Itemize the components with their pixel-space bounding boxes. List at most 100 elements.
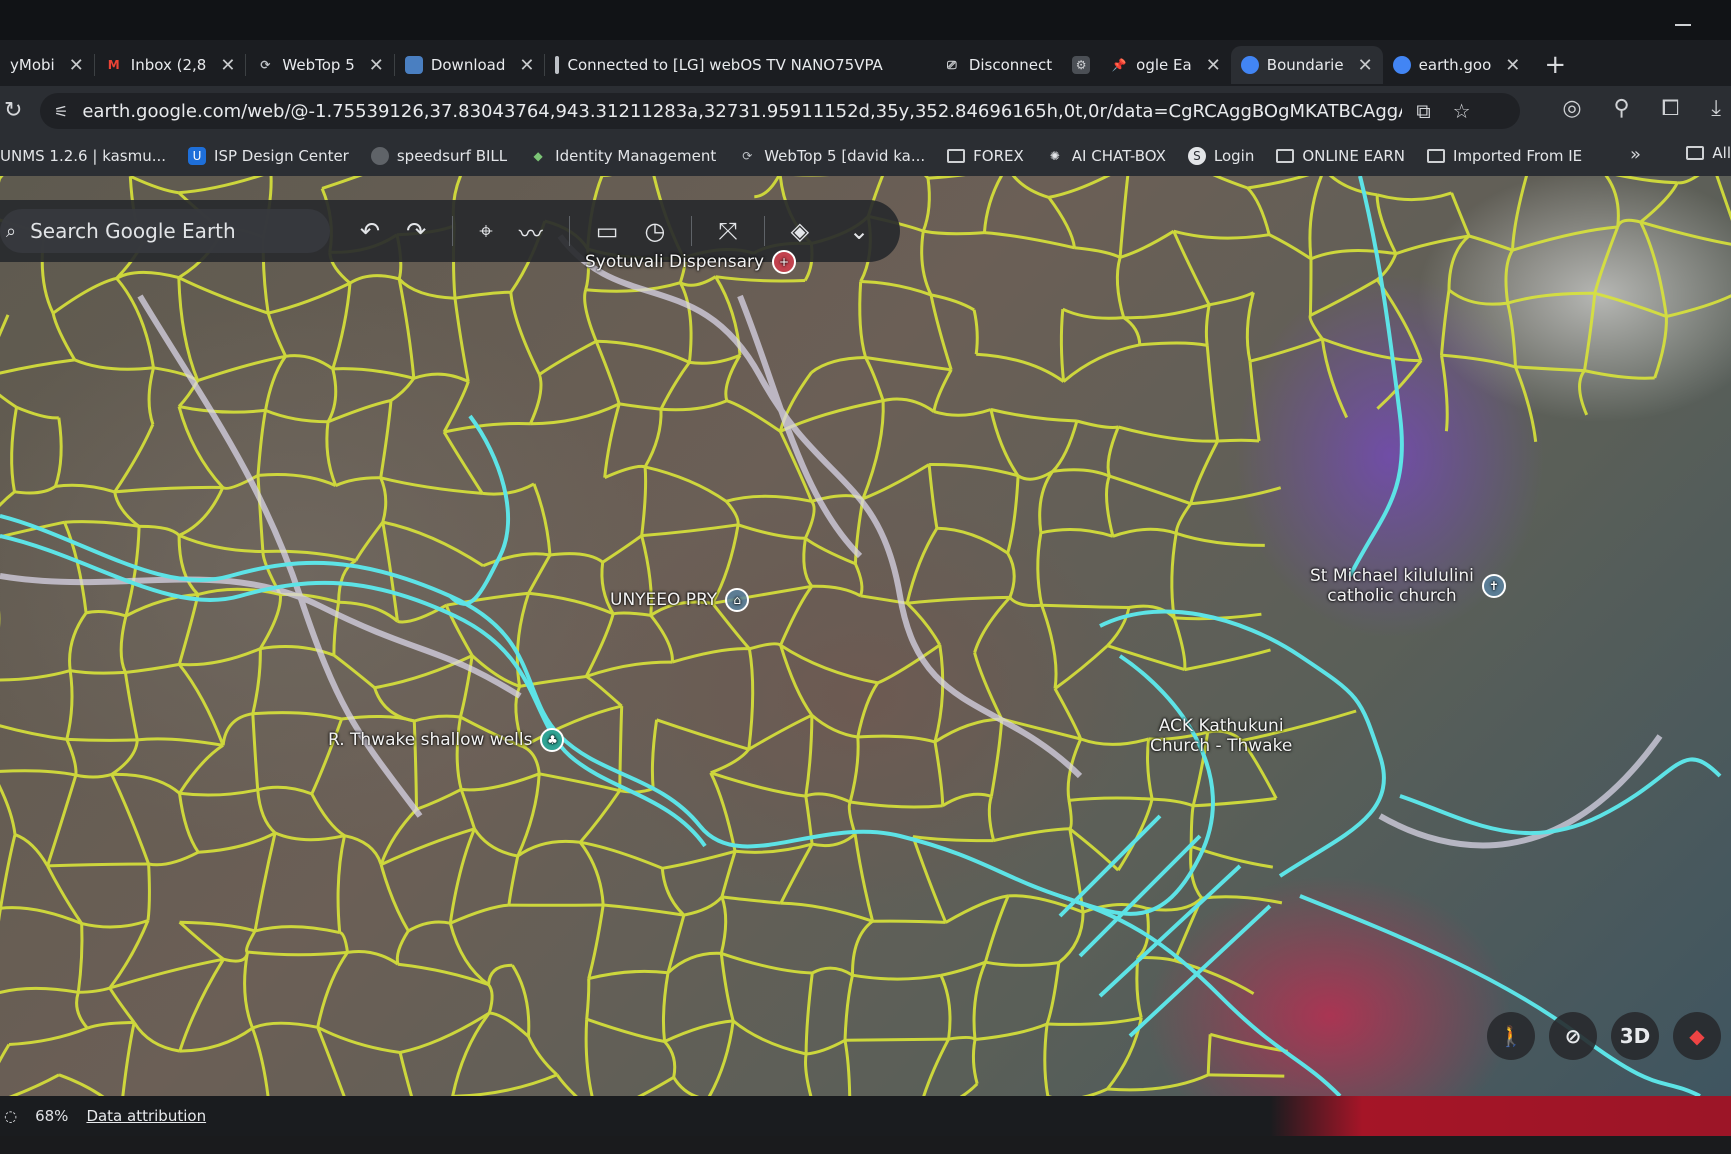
location-off-icon[interactable]: ⊘ <box>1549 1012 1597 1060</box>
cast-page-icon[interactable]: ⧉ <box>1416 99 1430 123</box>
tab-title: ogle Ea <box>1136 56 1192 74</box>
bookmark-label: Login <box>1213 147 1255 165</box>
tab-google-earth[interactable]: 📌 ogle Ea ✕ <box>1100 46 1231 84</box>
search-input[interactable] <box>30 219 291 243</box>
omnibox[interactable]: ⚟ earth.google.com/web/@-1.75539126,37.8… <box>40 93 1520 129</box>
compass-icon[interactable]: ◆ <box>1673 1012 1721 1060</box>
parcel-edge <box>584 613 615 678</box>
close-icon[interactable]: ✕ <box>220 55 235 76</box>
cast-settings-button[interactable]: ⚙ <box>1062 46 1100 84</box>
parcel-edge <box>1615 176 1678 185</box>
bookmark-imported-ie[interactable]: Imported From IE <box>1427 147 1582 165</box>
bookmark-login[interactable]: S Login <box>1187 147 1255 165</box>
parcel-edge <box>1310 248 1397 261</box>
parcel-edge <box>1512 225 1618 252</box>
extension-icon[interactable]: ◎ <box>1562 96 1581 121</box>
parcel-edge <box>1051 420 1079 473</box>
parcel-edge <box>1208 291 1255 307</box>
tab-boundaries[interactable]: Boundarie ✕ <box>1230 46 1383 84</box>
bookmark-online-earn[interactable]: ONLINE EARN <box>1276 147 1405 165</box>
tab-webtop[interactable]: ⟳ WebTop 5 ✕ <box>246 46 393 84</box>
close-icon[interactable]: ✕ <box>369 55 384 76</box>
parcel-edge <box>0 906 83 925</box>
parcel-edge <box>253 832 277 932</box>
bookmark-speedsurf[interactable]: speedsurf BILL <box>370 147 507 165</box>
parcel-edge <box>81 919 149 929</box>
reload-icon[interactable]: ↻ <box>4 98 22 123</box>
all-bookmarks-label: All <box>1712 144 1731 162</box>
close-icon[interactable]: ✕ <box>1505 55 1520 76</box>
close-icon[interactable]: ✕ <box>1358 55 1373 76</box>
parcel-edge <box>1059 309 1066 382</box>
bookmark-label: ISP Design Center <box>214 147 349 165</box>
bookmark-forex[interactable]: FOREX <box>947 147 1024 165</box>
parcel-edge <box>1204 304 1211 346</box>
bookmarks-overflow-icon[interactable]: » <box>1630 144 1641 165</box>
bookmark-star-icon[interactable]: ☆ <box>1453 99 1471 123</box>
parcel-edge <box>1583 293 1597 371</box>
toggle-3d-button[interactable]: 3D <box>1611 1012 1659 1060</box>
parcel-edge <box>1116 798 1154 871</box>
minimize-icon[interactable] <box>1675 24 1691 26</box>
tab-ymobi[interactable]: yMobi ✕ <box>0 46 94 84</box>
chevron-down-icon[interactable]: ⌄ <box>849 217 869 245</box>
parcel-edge <box>254 925 341 935</box>
url-text[interactable]: earth.google.com/web/@-1.75539126,37.830… <box>82 101 1402 122</box>
parcel-edge <box>413 372 469 383</box>
parcel-edge <box>906 595 1010 605</box>
historical-imagery-icon[interactable]: ◷ <box>644 217 665 245</box>
layers-icon[interactable]: ◈ <box>791 217 809 245</box>
search-box[interactable]: ⌕ <box>0 209 330 253</box>
parcel-edge <box>587 904 605 979</box>
disconnect-button[interactable]: ⎚ Disconnect <box>933 46 1062 84</box>
undo-icon[interactable]: ↶ <box>360 217 380 245</box>
parcel-edge <box>923 176 930 180</box>
bookmark-identity[interactable]: ◆ Identity Management <box>529 147 717 165</box>
parcel-edge <box>379 477 388 523</box>
ruler-icon[interactable]: ▭ <box>596 217 619 245</box>
place-label-st-michael[interactable]: St Michael kilululini catholic church ✝ <box>1310 566 1506 606</box>
parcel-edge <box>1122 316 1142 345</box>
tab-title: earth.goo <box>1418 56 1492 74</box>
bookmark-unms[interactable]: UNMS 1.2.6 | kasmu... <box>0 147 166 165</box>
parcel-edge <box>178 793 200 854</box>
parcel-edge <box>53 417 63 487</box>
all-bookmarks-button[interactable]: All <box>1686 144 1731 162</box>
folder-icon <box>947 149 966 163</box>
profile-extension-icon[interactable]: ⚲ <box>1614 96 1630 121</box>
tab-download[interactable]: Download ✕ <box>395 46 545 84</box>
place-label-school[interactable]: UNYEEO PRY ⌂ <box>610 588 750 612</box>
place-name: Syotuvali Dispensary <box>585 252 765 272</box>
place-name: St Michael kilululini <box>1310 566 1474 586</box>
close-icon[interactable]: ✕ <box>69 55 84 76</box>
close-icon[interactable]: ✕ <box>1206 55 1221 76</box>
placemark-icon[interactable]: ⌖ <box>479 217 493 245</box>
parcel-edge <box>922 1038 950 1096</box>
parcel-edge <box>1189 440 1220 505</box>
parcel-edge <box>256 789 277 835</box>
redo-icon[interactable]: ↷ <box>406 217 426 245</box>
download-icon[interactable]: ⤓ <box>1711 96 1721 121</box>
parcel-edge <box>585 675 623 708</box>
parcel-edge <box>0 908 2 922</box>
parcel-edge <box>1441 353 1516 369</box>
pegman-icon[interactable]: 🚶 <box>1487 1012 1535 1060</box>
bookmark-isp-design[interactable]: U ISP Design Center <box>188 147 349 165</box>
measure-icon[interactable]: ⤧ <box>718 217 737 245</box>
bookmark-ai-chat[interactable]: ✺ AI CHAT-BOX <box>1046 147 1166 165</box>
parcel-edge <box>660 868 685 917</box>
tab-inbox[interactable]: M Inbox (2,8 ✕ <box>95 46 246 84</box>
earth-map-viewport[interactable]: ⌕ ↶ ↷ ⌖ 〰 ▭ ◷ ⤧ ◈ ⌄ Syotuvali Dispensary… <box>0 176 1731 1096</box>
path-icon[interactable]: 〰 <box>519 214 543 249</box>
new-tab-button[interactable]: + <box>1544 50 1566 80</box>
parcel-edge <box>985 960 1060 967</box>
bookmark-webtop[interactable]: ⟳ WebTop 5 [david ka... <box>738 147 925 165</box>
site-info-icon[interactable]: ⚟ <box>54 102 68 121</box>
place-label-dispensary[interactable]: Syotuvali Dispensary + <box>585 250 797 274</box>
puzzle-icon[interactable]: ⧠ <box>1662 96 1680 121</box>
tab-earth-google[interactable]: earth.goo ✕ <box>1383 46 1531 84</box>
place-label-wells[interactable]: R. Thwake shallow wells ♣ <box>328 728 565 752</box>
data-attribution-link[interactable]: Data attribution <box>86 1107 206 1125</box>
close-icon[interactable]: ✕ <box>519 55 534 76</box>
place-label-ack[interactable]: ACK Kathukuni Church - Thwake <box>1150 716 1292 756</box>
